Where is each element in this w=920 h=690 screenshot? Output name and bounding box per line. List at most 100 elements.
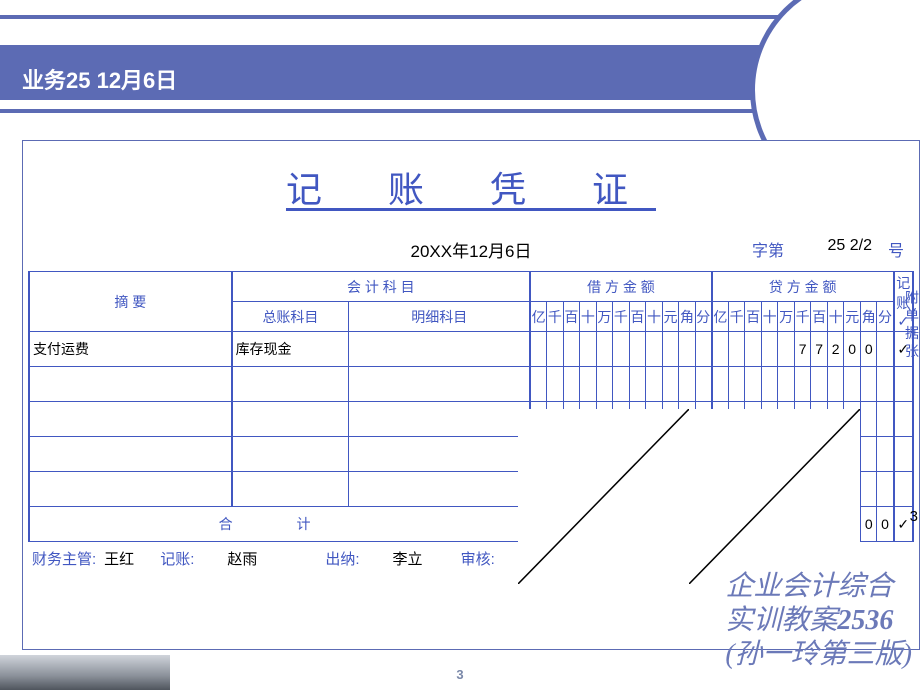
cell-debit	[662, 367, 679, 402]
cell-credit	[844, 402, 861, 437]
cell-ledger	[232, 437, 349, 472]
cell-debit	[580, 437, 597, 472]
cell-ledger	[232, 367, 349, 402]
col-credit: 贷 方 金 额	[712, 272, 894, 302]
cell-credit	[761, 367, 778, 402]
tc	[745, 507, 762, 542]
cell-credit	[745, 367, 762, 402]
cell-credit	[877, 472, 894, 507]
attachments-count: 3	[910, 508, 918, 525]
cell-debit	[629, 472, 646, 507]
cell-detail	[349, 437, 530, 472]
hao-label: 号	[888, 237, 904, 261]
cell-debit	[530, 332, 547, 367]
cell-summary	[29, 437, 232, 472]
cell-credit	[860, 437, 877, 472]
td: ￥	[580, 507, 597, 542]
reviewer-label: 审核:	[461, 548, 495, 569]
tc	[728, 507, 745, 542]
cell-credit	[778, 367, 795, 402]
cell-debit	[596, 367, 613, 402]
cell-credit	[877, 367, 894, 402]
td: 0	[646, 507, 663, 542]
dh: 万	[778, 302, 795, 332]
cell-debit	[695, 402, 712, 437]
dh: 十	[827, 302, 844, 332]
zi-label: 字第	[752, 237, 784, 261]
cell-credit	[860, 367, 877, 402]
slide-header: 业务25 12月6日	[0, 15, 920, 125]
reviewer-value: 王红	[528, 548, 558, 569]
dh: 亿	[530, 302, 547, 332]
bookkeeper-label: 记账:	[160, 548, 194, 569]
cell-debit	[563, 367, 580, 402]
slide-title: 业务25 12月6日	[22, 63, 177, 95]
cell-debit	[646, 367, 663, 402]
cell-debit	[547, 472, 564, 507]
cell-debit	[530, 367, 547, 402]
dh: 千	[547, 302, 564, 332]
cell-debit	[679, 472, 696, 507]
tc: 0	[860, 507, 877, 542]
cell-debit	[613, 437, 630, 472]
td: 8	[629, 507, 646, 542]
cell-credit	[712, 367, 729, 402]
cell-credit: 0	[860, 332, 877, 367]
total-label: 合 计	[29, 507, 530, 542]
cell-credit	[712, 332, 729, 367]
cell-credit	[778, 332, 795, 367]
cell-credit	[877, 332, 894, 367]
cell-credit	[827, 367, 844, 402]
cell-debit	[629, 437, 646, 472]
cell-credit	[761, 437, 778, 472]
cell-debit	[679, 402, 696, 437]
cell-credit	[761, 472, 778, 507]
dh: 十	[580, 302, 597, 332]
cell-debit	[530, 437, 547, 472]
cell-credit	[827, 437, 844, 472]
col-detail: 明细科目	[349, 302, 530, 332]
cell-credit	[811, 367, 828, 402]
cell-debit	[547, 367, 564, 402]
cell-credit	[712, 437, 729, 472]
dh: 角	[860, 302, 877, 332]
cell-detail	[349, 367, 530, 402]
supervisor-value: 王红	[104, 548, 134, 569]
voucher-number: 25 2/2	[828, 237, 872, 255]
cell-credit	[728, 402, 745, 437]
table-row	[29, 367, 913, 402]
cell-credit	[745, 437, 762, 472]
cell-posted	[894, 402, 913, 437]
cell-debit	[563, 472, 580, 507]
voucher-title: 记 账 凭 证	[28, 151, 914, 217]
cell-summary	[29, 402, 232, 437]
cell-credit	[712, 402, 729, 437]
cell-credit	[728, 367, 745, 402]
cell-credit	[877, 437, 894, 472]
cell-credit	[794, 437, 811, 472]
cell-debit	[646, 402, 663, 437]
cell-credit	[844, 437, 861, 472]
supervisor-label: 财务主管:	[32, 548, 96, 569]
cell-debit	[695, 437, 712, 472]
cell-debit	[629, 402, 646, 437]
cell-credit	[844, 472, 861, 507]
col-account: 会 计 科 目	[232, 272, 531, 302]
total-row: 合 计 ￥8080000 ￥8080000 ✓	[29, 507, 913, 542]
cell-credit	[778, 437, 795, 472]
cell-credit	[794, 472, 811, 507]
cell-credit	[745, 472, 762, 507]
cell-credit: 0	[844, 332, 861, 367]
table-row	[29, 437, 913, 472]
tc: 0	[877, 507, 894, 542]
cell-debit	[580, 402, 597, 437]
dh: 分	[877, 302, 894, 332]
cell-credit	[794, 367, 811, 402]
td: 0	[613, 507, 630, 542]
cell-debit	[695, 332, 712, 367]
cell-debit	[547, 402, 564, 437]
cell-debit	[563, 437, 580, 472]
tc: 0	[794, 507, 811, 542]
voucher-date: 20XX年12月6日	[411, 237, 532, 262]
header-row-1: 摘 要 会 计 科 目 借 方 金 额 贷 方 金 额 记账✓	[29, 272, 913, 302]
